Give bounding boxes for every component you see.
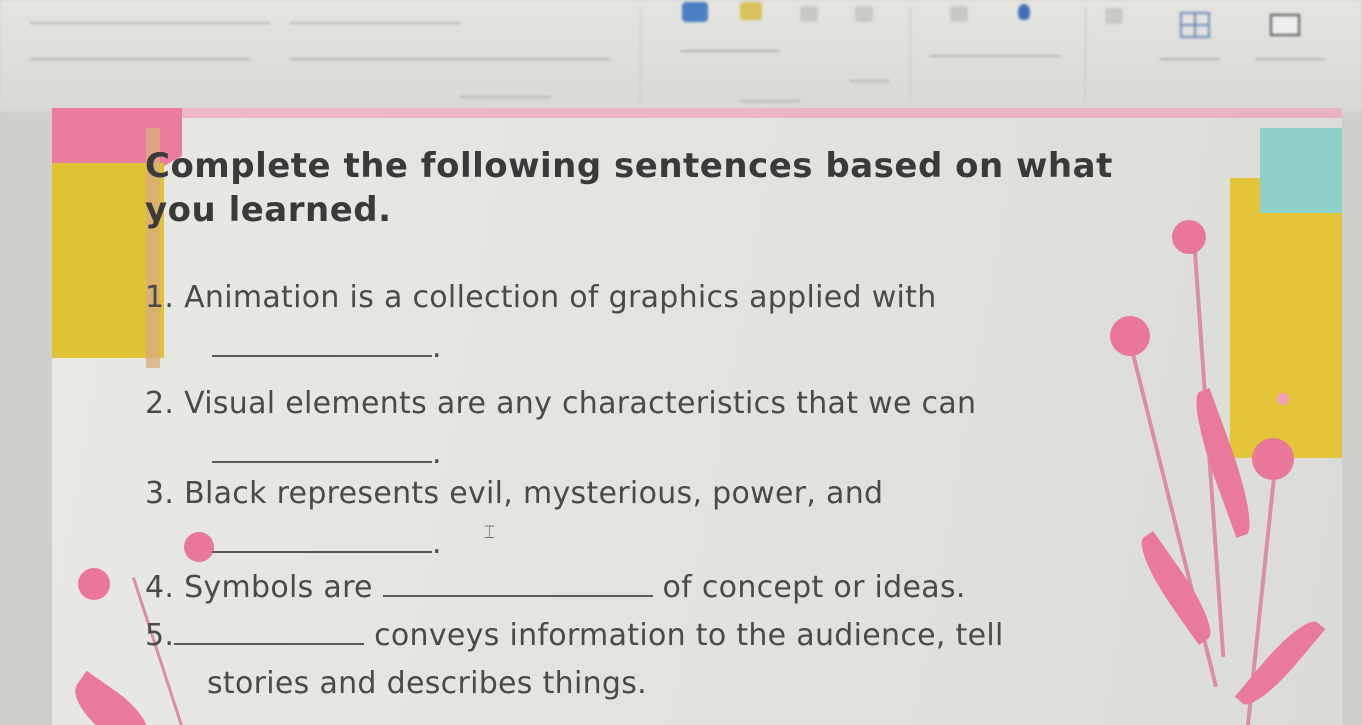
leaf-decoration (63, 670, 161, 725)
flower-dot (184, 532, 214, 562)
answer-line[interactable]: . (212, 524, 442, 564)
item-continuation[interactable]: stories and describes things. (207, 664, 647, 704)
quick-styles-icon[interactable] (800, 6, 818, 22)
answer-blank[interactable] (382, 569, 653, 597)
arrange-icon[interactable] (740, 2, 762, 20)
answer-line[interactable]: . (212, 328, 442, 368)
flower-dot (78, 568, 110, 600)
flower-dot (1252, 438, 1294, 480)
answer-line[interactable]: . (212, 434, 442, 474)
presenter-screen-icon[interactable] (1270, 14, 1300, 36)
question-item[interactable]: 2. Visual elements are any characteristi… (145, 384, 976, 424)
item-number: 3. (145, 476, 175, 511)
font-controls-row[interactable] (30, 22, 270, 24)
shapes-icon[interactable] (682, 2, 708, 22)
text-cursor-icon: ⌶ (484, 522, 495, 543)
paragraph-controls-row[interactable] (290, 58, 610, 60)
find-icon[interactable] (950, 6, 968, 22)
flower-dot (1277, 393, 1289, 405)
slide-title[interactable]: Complete the following sentences based o… (145, 144, 1185, 232)
answer-blank[interactable] (174, 617, 365, 645)
list-controls-row[interactable] (290, 22, 460, 24)
lightbulb-icon[interactable] (1018, 4, 1030, 20)
layout-grid-icon[interactable] (1180, 12, 1210, 38)
design-ideas-icon[interactable] (1105, 8, 1123, 24)
slide-canvas[interactable]: Complete the following sentences based o… (52, 108, 1342, 725)
item-text: Symbols are (184, 570, 373, 605)
ribbon-toolbar (0, 0, 1362, 112)
item-text-after: of concept or ideas. (662, 570, 966, 605)
font-format-row[interactable] (30, 58, 250, 60)
yellow-block-right (1230, 178, 1342, 458)
item-punct: . (432, 436, 442, 471)
item-punct: . (432, 330, 442, 365)
item-number: 5. (145, 618, 175, 653)
pink-band-decoration (52, 108, 1342, 118)
question-item[interactable]: 4. Symbols are of concept or ideas. (145, 568, 966, 608)
item-punct: . (432, 526, 442, 561)
answer-blank[interactable] (212, 525, 432, 553)
item-number: 2. (145, 386, 175, 421)
answer-blank[interactable] (212, 329, 432, 357)
item-number: 1. (145, 280, 175, 315)
item-text: Black represents evil, mysterious, power… (184, 476, 884, 511)
leaf-decoration (1130, 530, 1222, 646)
item-text: Visual elements are any characteristics … (184, 386, 977, 421)
answer-blank[interactable] (212, 435, 432, 463)
item-text-after: conveys information to the audience, tel… (374, 618, 1004, 653)
question-item[interactable]: 5. conveys information to the audience, … (145, 616, 1004, 656)
item-number: 4. (145, 570, 175, 605)
item-text: Animation is a collection of graphics ap… (184, 280, 937, 315)
teal-block-right (1260, 128, 1342, 213)
shape-fill-icon[interactable] (855, 6, 873, 22)
leaf-decoration (1234, 612, 1326, 714)
flower-dot (1110, 316, 1150, 356)
question-item[interactable]: 1. Animation is a collection of graphics… (145, 278, 937, 318)
question-item[interactable]: 3. Black represents evil, mysterious, po… (145, 474, 883, 514)
